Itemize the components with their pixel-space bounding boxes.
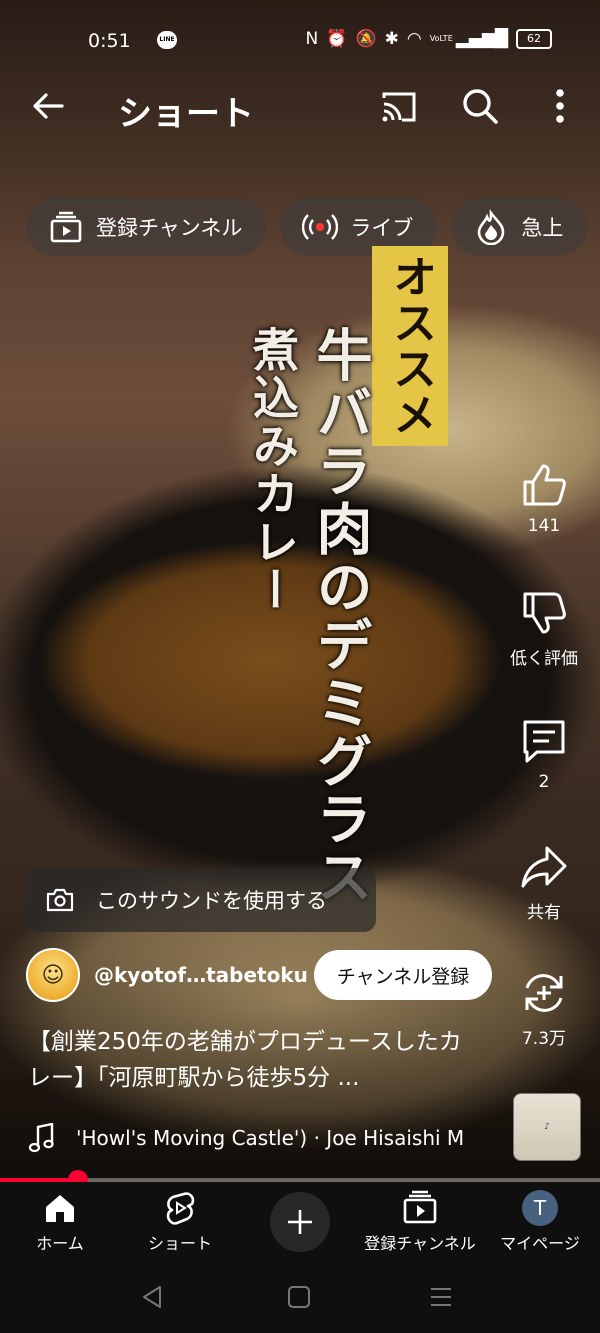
music-row[interactable]: 'Howl's Moving Castle') · Joe Hisaishi M bbox=[28, 1120, 496, 1156]
back-arrow-icon[interactable] bbox=[28, 86, 68, 126]
subscriptions-icon bbox=[403, 1190, 437, 1224]
dislike-button[interactable]: 低く評価 bbox=[498, 588, 590, 669]
sound-thumbnail[interactable]: ♪ bbox=[513, 1093, 581, 1161]
share-label: 共有 bbox=[527, 903, 561, 923]
trending-icon bbox=[478, 209, 505, 245]
bottom-nav: ホーム ショート 登録チャンネル T マイページ bbox=[0, 1182, 600, 1262]
comment-icon bbox=[523, 720, 565, 763]
mute-icon: 🔕 bbox=[355, 29, 377, 49]
comments-button[interactable]: 2 bbox=[498, 716, 590, 792]
music-track: 'Howl's Moving Castle') · Joe Hisaishi M bbox=[76, 1126, 465, 1150]
home-icon bbox=[46, 1195, 74, 1222]
more-options-icon[interactable] bbox=[550, 86, 570, 126]
camera-icon bbox=[46, 888, 74, 912]
remix-icon bbox=[525, 974, 563, 1012]
channel-avatar[interactable]: ☺ bbox=[26, 948, 80, 1002]
comment-count: 2 bbox=[538, 772, 550, 792]
music-note-icon bbox=[28, 1123, 54, 1153]
line-app-icon: LINE bbox=[157, 31, 177, 49]
dislike-label: 低く評価 bbox=[510, 649, 578, 669]
share-button[interactable]: 共有 bbox=[498, 842, 590, 923]
signal-icon: ▂▄▆█ bbox=[455, 29, 508, 49]
remix-count: 7.3万 bbox=[521, 1029, 567, 1049]
video-caption-title: 牛バラ肉のデミグラス bbox=[307, 326, 373, 906]
system-menu-icon[interactable] bbox=[428, 1284, 454, 1310]
create-button[interactable] bbox=[270, 1192, 330, 1252]
system-back-icon[interactable] bbox=[140, 1284, 166, 1310]
subscribe-button[interactable]: チャンネル登録 bbox=[314, 950, 492, 1000]
thumbs-down-icon bbox=[523, 592, 566, 634]
nav-subscriptions-label: 登録チャンネル bbox=[364, 1234, 476, 1253]
nav-my-page[interactable]: T マイページ bbox=[480, 1190, 600, 1254]
video-caption-recommend: オススメ bbox=[372, 246, 448, 446]
alarm-icon: ⏰ bbox=[326, 29, 348, 49]
page-title: ショート bbox=[118, 94, 254, 134]
chip-label: 急上 bbox=[521, 216, 564, 240]
wifi-icon: ◠ bbox=[406, 29, 422, 49]
status-bar: 0:51 LINE N ⏰ 🔕 ✱ ◠ VoLTE ▂▄▆█ 62 bbox=[0, 0, 600, 80]
remix-button[interactable]: 7.3万 bbox=[498, 968, 590, 1049]
like-count: 141 bbox=[527, 516, 561, 536]
chip-label: 登録チャンネル bbox=[96, 216, 243, 240]
like-button[interactable]: 141 bbox=[498, 460, 590, 536]
nav-home[interactable]: ホーム bbox=[0, 1190, 120, 1254]
chip-label: ライブ bbox=[350, 216, 414, 240]
live-icon bbox=[302, 214, 339, 240]
share-icon bbox=[521, 846, 567, 888]
nav-shorts[interactable]: ショート bbox=[120, 1190, 240, 1254]
filter-chips: 登録チャンネル ライブ 急上 bbox=[26, 198, 588, 256]
chip-subscriptions[interactable]: 登録チャンネル bbox=[26, 198, 267, 256]
top-bar: ショート bbox=[0, 80, 600, 136]
use-sound-label: このサウンドを使用する bbox=[96, 889, 327, 913]
system-home-icon[interactable] bbox=[286, 1284, 312, 1310]
nfc-icon: N bbox=[305, 29, 319, 49]
use-sound-button[interactable]: このサウンドを使用する bbox=[26, 868, 376, 932]
nav-my-page-label: マイページ bbox=[500, 1234, 580, 1253]
channel-handle[interactable]: @kyotof…tabetoku bbox=[94, 963, 308, 987]
cast-icon[interactable] bbox=[380, 90, 418, 124]
bluetooth-icon: ✱ bbox=[384, 29, 399, 49]
system-nav-bar bbox=[0, 1262, 600, 1333]
video-description[interactable]: 【創業250年の老舗がプロデュースしたカレー】「河原町駅から徒歩5分 ... bbox=[28, 1024, 478, 1096]
video-caption-subtitle: 煮込みカレー bbox=[246, 326, 300, 614]
nav-home-label: ホーム bbox=[36, 1234, 84, 1253]
nav-subscriptions[interactable]: 登録チャンネル bbox=[360, 1190, 480, 1254]
status-time: 0:51 bbox=[88, 30, 131, 52]
channel-row[interactable]: ☺ @kyotof…tabetoku bbox=[26, 948, 308, 1002]
plus-icon bbox=[288, 1210, 312, 1234]
volte-label: VoLTE bbox=[429, 34, 453, 43]
system-icons: N ⏰ 🔕 ✱ ◠ VoLTE ▂▄▆█ 62 bbox=[306, 29, 552, 49]
shorts-icon bbox=[166, 1192, 195, 1225]
search-icon[interactable] bbox=[460, 86, 500, 126]
thumbs-up-icon bbox=[523, 464, 566, 506]
user-avatar: T bbox=[522, 1190, 558, 1226]
nav-shorts-label: ショート bbox=[147, 1234, 212, 1253]
battery-icon: 62 bbox=[516, 29, 552, 49]
subscriptions-icon bbox=[50, 211, 82, 243]
chip-trending[interactable]: 急上 bbox=[451, 198, 588, 256]
